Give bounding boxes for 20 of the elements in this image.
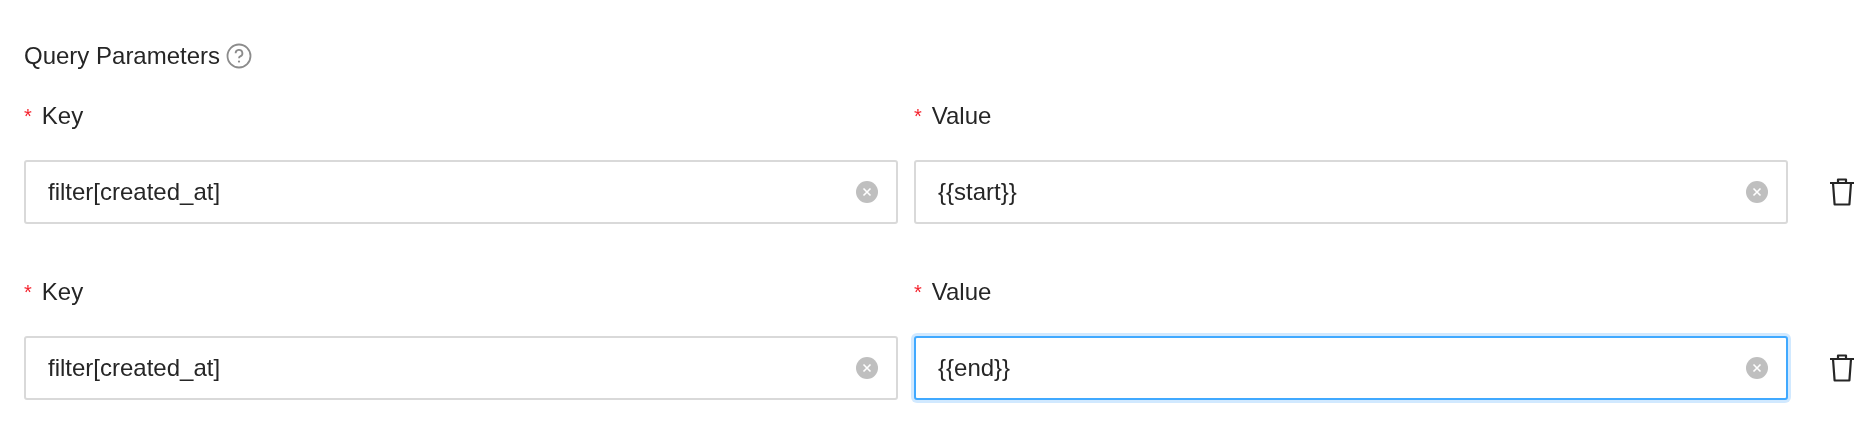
value-field[interactable]: {{end}} (914, 336, 1788, 400)
required-mark: * (914, 104, 922, 129)
delete-icon[interactable] (1828, 353, 1856, 383)
clear-icon[interactable] (856, 181, 878, 203)
field-label: Value (931, 101, 992, 131)
clear-icon[interactable] (1746, 357, 1768, 379)
help-icon[interactable] (226, 43, 253, 69)
required-mark: * (24, 280, 32, 305)
field-label: Key (41, 277, 84, 307)
key-field[interactable]: filter[created_at] (24, 336, 898, 400)
clear-icon[interactable] (856, 357, 878, 379)
key-field[interactable]: filter[created_at] (24, 160, 898, 224)
value-field[interactable]: {{start}} (914, 160, 1788, 224)
clear-icon[interactable] (1746, 181, 1768, 203)
field-label: Key (41, 101, 84, 131)
field-label: Value (931, 277, 992, 307)
delete-icon[interactable] (1828, 177, 1856, 207)
required-mark: * (914, 280, 922, 305)
section-title: Query Parameters (24, 41, 221, 71)
required-mark: * (24, 104, 32, 129)
